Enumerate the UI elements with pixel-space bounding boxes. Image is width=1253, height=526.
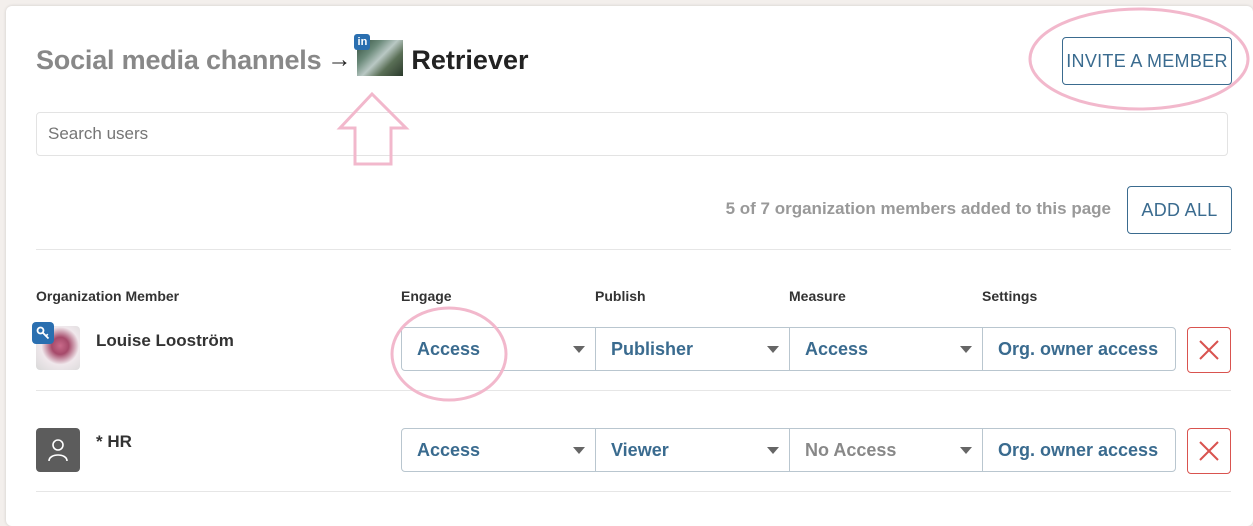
remove-member-button[interactable] <box>1187 327 1231 373</box>
column-header-member: Organization Member <box>36 288 180 304</box>
member-name: * HR <box>96 432 132 451</box>
chevron-down-icon <box>960 346 972 353</box>
divider <box>36 390 1231 391</box>
user-icon <box>48 439 68 462</box>
column-header-settings: Settings <box>982 288 1038 304</box>
settings-select[interactable]: Org. owner access <box>982 327 1176 371</box>
search-input[interactable] <box>36 112 1228 156</box>
measure-select-value: No Access <box>805 439 897 460</box>
measure-select[interactable]: No Access <box>789 428 983 472</box>
settings-select-value: Org. owner access <box>998 439 1159 460</box>
key-icon <box>32 322 54 344</box>
divider <box>36 491 1231 492</box>
publish-select[interactable]: Viewer <box>595 428 790 472</box>
members-count-text: 5 of 7 organization members added to thi… <box>725 199 1111 218</box>
remove-member-button[interactable] <box>1187 428 1231 474</box>
channel-thumbnail: in <box>354 34 404 76</box>
breadcrumb-arrow-icon: → <box>327 46 352 73</box>
column-header-measure: Measure <box>789 288 846 304</box>
chevron-down-icon <box>960 447 972 454</box>
breadcrumb-social-media-channels[interactable]: Social media channels <box>36 45 322 76</box>
engage-select-value: Access <box>417 338 481 359</box>
avatar <box>32 322 80 370</box>
column-header-publish: Publish <box>595 288 646 304</box>
measure-select[interactable]: Access <box>789 327 983 371</box>
invite-member-button[interactable]: INVITE A MEMBER <box>1062 37 1232 85</box>
avatar <box>36 428 80 472</box>
column-header-engage: Engage <box>401 288 452 304</box>
close-icon <box>1199 340 1219 360</box>
page-title: Social media channels → in Retriever <box>36 34 529 80</box>
publish-select-value: Publisher <box>611 338 694 359</box>
settings-select[interactable]: Org. owner access <box>982 428 1176 472</box>
chevron-down-icon <box>767 346 779 353</box>
chevron-down-icon <box>767 447 779 454</box>
close-icon <box>1199 441 1219 461</box>
chevron-down-icon <box>573 346 585 353</box>
measure-select-value: Access <box>805 338 869 359</box>
channel-name: Retriever <box>411 44 529 75</box>
engage-select[interactable]: Access <box>401 428 596 472</box>
member-name: Louise Looström <box>96 331 234 350</box>
publish-select-value: Viewer <box>611 439 669 460</box>
linkedin-icon: in <box>354 34 371 50</box>
chevron-down-icon <box>573 447 585 454</box>
divider <box>36 249 1231 250</box>
settings-select-value: Org. owner access <box>998 338 1159 359</box>
engage-select-value: Access <box>417 439 481 460</box>
publish-select[interactable]: Publisher <box>595 327 790 371</box>
engage-select[interactable]: Access <box>401 327 596 371</box>
add-all-button[interactable]: ADD ALL <box>1127 186 1232 234</box>
